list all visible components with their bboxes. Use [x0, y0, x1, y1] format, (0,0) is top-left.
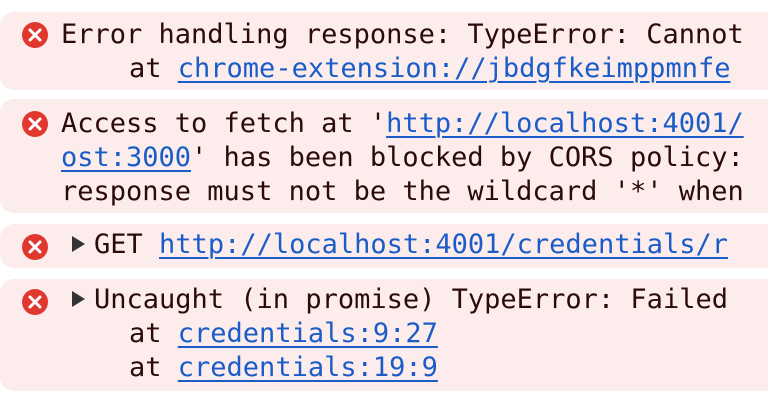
- error-text: Error handling response: TypeError: Cann…: [61, 19, 744, 50]
- console-error-message: GET http://localhost:4001/credentials/r: [0, 224, 768, 268]
- request-url-link[interactable]: http://localhost:4001/credentials/r: [159, 229, 728, 260]
- error-icon: [22, 234, 48, 260]
- expand-caret-icon[interactable]: [72, 291, 85, 307]
- error-text: Access to fetch at ': [61, 108, 387, 139]
- console-error-message: Access to fetch at 'http://localhost:400…: [0, 99, 768, 213]
- error-icon: [22, 111, 48, 137]
- error-icon: [22, 22, 48, 48]
- error-text-line: response must not be the wildcard '*' wh…: [61, 176, 744, 207]
- stack-at: at: [129, 53, 162, 84]
- error-summary-line[interactable]: Uncaught (in promise) TypeError: Failed: [72, 283, 728, 317]
- network-request-line[interactable]: GET http://localhost:4001/credentials/r: [72, 228, 728, 262]
- source-link[interactable]: credentials:9:27: [178, 318, 438, 349]
- fetch-url-link[interactable]: http://localhost:4001/: [386, 108, 744, 139]
- origin-url-link[interactable]: ost:3000: [61, 142, 191, 173]
- expand-caret-icon[interactable]: [72, 236, 85, 252]
- stack-at: at: [129, 352, 162, 383]
- source-link[interactable]: credentials:19:9: [178, 352, 438, 383]
- stack-frame: at chrome-extension://jbdgfkeimppmnfe: [129, 52, 730, 86]
- stack-frame: at credentials:19:9: [129, 351, 438, 385]
- error-icon: [22, 289, 48, 315]
- stack-at: at: [129, 318, 162, 349]
- console-error-message: Uncaught (in promise) TypeError: Failed …: [0, 279, 768, 391]
- devtools-console: Error handling response: TypeError: Cann…: [0, 0, 768, 400]
- error-text-line: ost:3000' has been blocked by CORS polic…: [61, 141, 744, 175]
- stack-frame: at credentials:9:27: [129, 317, 438, 351]
- console-error-message: Error handling response: TypeError: Cann…: [0, 12, 768, 90]
- error-text: Uncaught (in promise) TypeError: Failed: [94, 284, 728, 315]
- request-method: GET: [94, 229, 143, 260]
- error-text: ' has been blocked by CORS policy:: [191, 142, 744, 173]
- source-link[interactable]: chrome-extension://jbdgfkeimppmnfe: [178, 53, 731, 84]
- error-text-line: Access to fetch at 'http://localhost:400…: [61, 107, 744, 141]
